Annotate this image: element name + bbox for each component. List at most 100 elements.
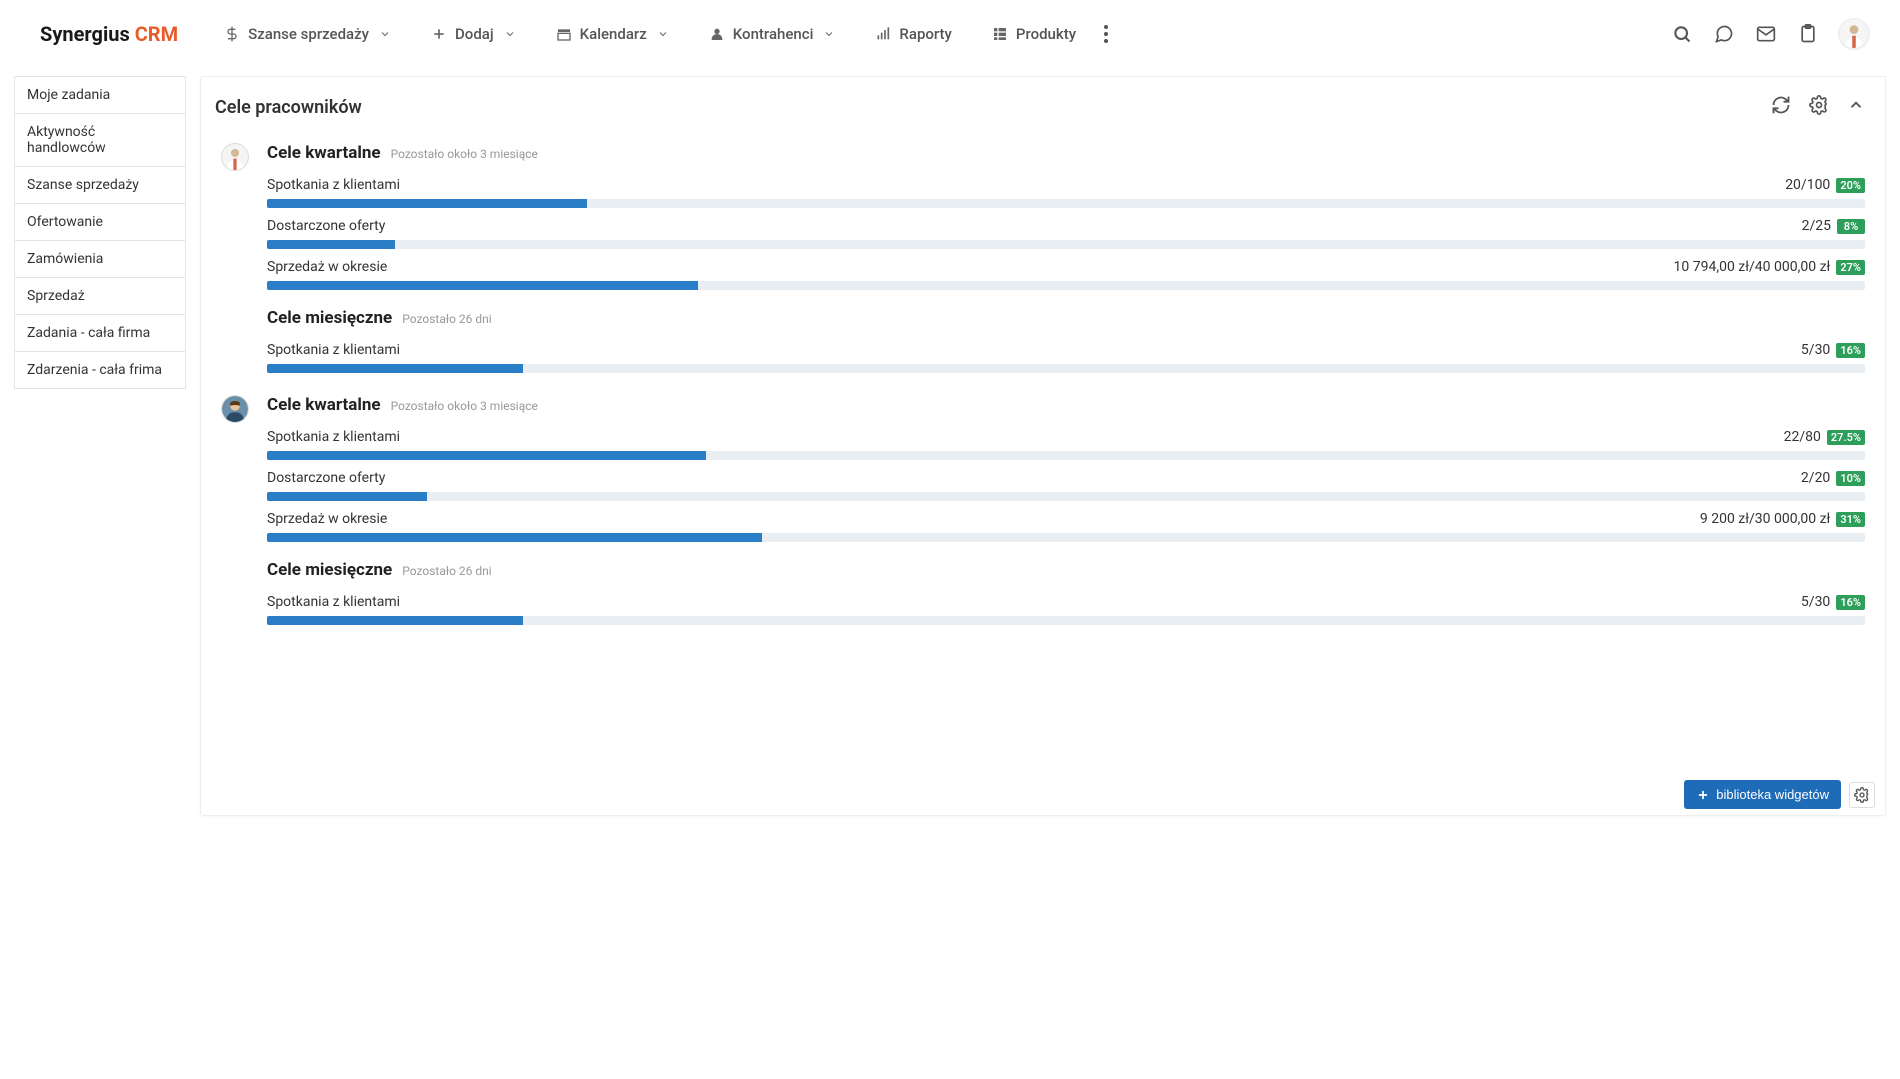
goal-group-remaining: Pozostało około 3 miesiące xyxy=(391,399,538,413)
sidebar-item[interactable]: Sprzedaż xyxy=(14,277,186,315)
nav-add[interactable]: Dodaj xyxy=(415,17,532,51)
progress-bar-fill xyxy=(267,616,523,625)
metric-percent-badge: 8% xyxy=(1837,219,1865,234)
gear-icon[interactable] xyxy=(1809,95,1829,119)
sidebar: Moje zadania Aktywność handlowców Szanse… xyxy=(14,76,186,388)
sidebar-item[interactable]: Ofertowanie xyxy=(14,203,186,241)
logo: Synergius CRM xyxy=(40,22,178,46)
nav-contractors[interactable]: Kontrahenci xyxy=(693,17,852,51)
goal-metric: Dostarczone oferty2/25 8% xyxy=(267,218,1865,249)
employee-avatar xyxy=(221,395,249,423)
chevron-down-icon xyxy=(657,28,669,40)
panel-header: Cele pracowników xyxy=(201,95,1885,139)
metric-header: Sprzedaż w okresie10 794,00 zł/40 000,00… xyxy=(267,259,1865,275)
metric-label: Dostarczone oferty xyxy=(267,218,1802,234)
goal-group: Cele miesięczne Pozostało 26 dni Spotkania… xyxy=(267,560,1865,625)
metric-value: 2/25 xyxy=(1802,218,1831,234)
goal-group-title: Cele kwartalne xyxy=(267,143,381,163)
goal-group: Cele kwartalnePozostało około 3 miesiące… xyxy=(267,143,1865,290)
metric-header: Sprzedaż w okresie9 200 zł/30 000,00 zł3… xyxy=(267,511,1865,527)
button-label: biblioteka widgetów xyxy=(1716,787,1829,802)
refresh-icon[interactable] xyxy=(1771,95,1791,119)
chevron-down-icon xyxy=(823,28,835,40)
main-layout: Moje zadania Aktywność handlowców Szanse… xyxy=(0,68,1900,830)
sidebar-item[interactable]: Moje zadania xyxy=(14,76,186,114)
chevron-down-icon xyxy=(379,28,391,40)
nav-more[interactable] xyxy=(1100,21,1112,47)
metric-percent-badge: 16% xyxy=(1836,343,1865,358)
metric-header: Spotkania z klientami22/8027.5% xyxy=(267,429,1865,445)
nav-label: Kontrahenci xyxy=(733,25,814,43)
metric-header: Spotkania z klientami20/10020% xyxy=(267,177,1865,193)
goal-group-remaining: Pozostało 26 dni xyxy=(402,564,491,578)
metric-header: Spotkania z klientami5/3016% xyxy=(267,342,1865,358)
goal-group-title: Cele miesięczne xyxy=(267,308,392,328)
metric-label: Spotkania z klientami xyxy=(267,177,1785,193)
metric-percent-badge: 10% xyxy=(1836,471,1865,486)
sidebar-item[interactable]: Szanse sprzedaży xyxy=(14,166,186,204)
progress-bar-fill xyxy=(267,451,706,460)
metric-value: 9 200 zł/30 000,00 zł xyxy=(1700,511,1830,527)
sidebar-item[interactable]: Zamówienia xyxy=(14,240,186,278)
metric-percent-badge: 27.5% xyxy=(1827,430,1865,445)
bottom-bar: biblioteka widgetów xyxy=(1684,780,1875,809)
nav-label: Szanse sprzedaży xyxy=(248,25,369,43)
metric-label: Spotkania z klientami xyxy=(267,342,1801,358)
metric-percent-badge: 31% xyxy=(1836,512,1865,527)
collapse-icon[interactable] xyxy=(1847,96,1865,118)
employee-content: Cele kwartalnePozostało około 3 miesiące… xyxy=(267,395,1865,643)
nav-label: Raporty xyxy=(899,25,951,43)
plus-icon xyxy=(431,26,447,42)
metric-label: Spotkania z klientami xyxy=(267,594,1801,610)
employee-block: Cele kwartalnePozostało około 3 miesiące… xyxy=(201,391,1885,643)
top-bar: Synergius CRM Szanse sprzedaży Dodaj Kal… xyxy=(0,0,1900,68)
top-icons xyxy=(1670,18,1870,50)
goals-panel: Cele pracowników Cele kwartalnePozostało… xyxy=(200,76,1886,816)
metric-percent-badge: 27% xyxy=(1836,260,1865,275)
clipboard-icon[interactable] xyxy=(1796,22,1820,46)
progress-bar xyxy=(267,364,1865,373)
goal-group-header: Cele miesięczne Pozostało 26 dni xyxy=(267,308,1865,328)
goal-group-header: Cele kwartalnePozostało około 3 miesiące xyxy=(267,143,1865,163)
user-avatar[interactable] xyxy=(1838,18,1870,50)
employee-block: Cele kwartalnePozostało około 3 miesiące… xyxy=(201,139,1885,391)
employee-avatar xyxy=(221,143,249,171)
settings-button[interactable] xyxy=(1849,782,1875,808)
widget-library-button[interactable]: biblioteka widgetów xyxy=(1684,780,1841,809)
goal-metric: Spotkania z klientami20/10020% xyxy=(267,177,1865,208)
goal-group-title: Cele miesięczne xyxy=(267,560,392,580)
employee-content: Cele kwartalnePozostało około 3 miesiące… xyxy=(267,143,1865,391)
progress-bar-fill xyxy=(267,364,523,373)
goal-group-header: Cele miesięczne Pozostało 26 dni xyxy=(267,560,1865,580)
sidebar-item[interactable]: Aktywność handlowców xyxy=(14,113,186,167)
nav-label: Kalendarz xyxy=(580,25,647,43)
nav-sales-chances[interactable]: Szanse sprzedaży xyxy=(208,17,407,51)
goal-metric: Spotkania z klientami5/3016% xyxy=(267,594,1865,625)
chat-icon[interactable] xyxy=(1712,22,1736,46)
nav-reports[interactable]: Raporty xyxy=(859,17,967,51)
metric-percent-badge: 16% xyxy=(1836,595,1865,610)
search-icon[interactable] xyxy=(1670,22,1694,46)
progress-bar-fill xyxy=(267,281,698,290)
goal-metric: Dostarczone oferty2/2010% xyxy=(267,470,1865,501)
nav-products[interactable]: Produkty xyxy=(976,17,1092,51)
panel-title: Cele pracowników xyxy=(215,97,1771,118)
goal-group-remaining: Pozostało 26 dni xyxy=(402,312,491,326)
sidebar-item[interactable]: Zadania - cała firma xyxy=(14,314,186,352)
mail-icon[interactable] xyxy=(1754,22,1778,46)
chart-icon xyxy=(875,26,891,42)
gear-icon xyxy=(1854,787,1870,803)
progress-bar-fill xyxy=(267,199,587,208)
dollar-icon xyxy=(224,26,240,42)
sidebar-item[interactable]: Zdarzenia - cała frima xyxy=(14,351,186,389)
progress-bar xyxy=(267,199,1865,208)
metric-label: Spotkania z klientami xyxy=(267,429,1784,445)
progress-bar xyxy=(267,533,1865,542)
goal-metric: Sprzedaż w okresie9 200 zł/30 000,00 zł3… xyxy=(267,511,1865,542)
goal-metric: Spotkania z klientami22/8027.5% xyxy=(267,429,1865,460)
panel-header-icons xyxy=(1771,95,1865,119)
metric-percent-badge: 20% xyxy=(1836,178,1865,193)
goal-group: Cele miesięczne Pozostało 26 dni Spotkania… xyxy=(267,308,1865,373)
nav-calendar[interactable]: Kalendarz xyxy=(540,17,685,51)
chevron-down-icon xyxy=(504,28,516,40)
